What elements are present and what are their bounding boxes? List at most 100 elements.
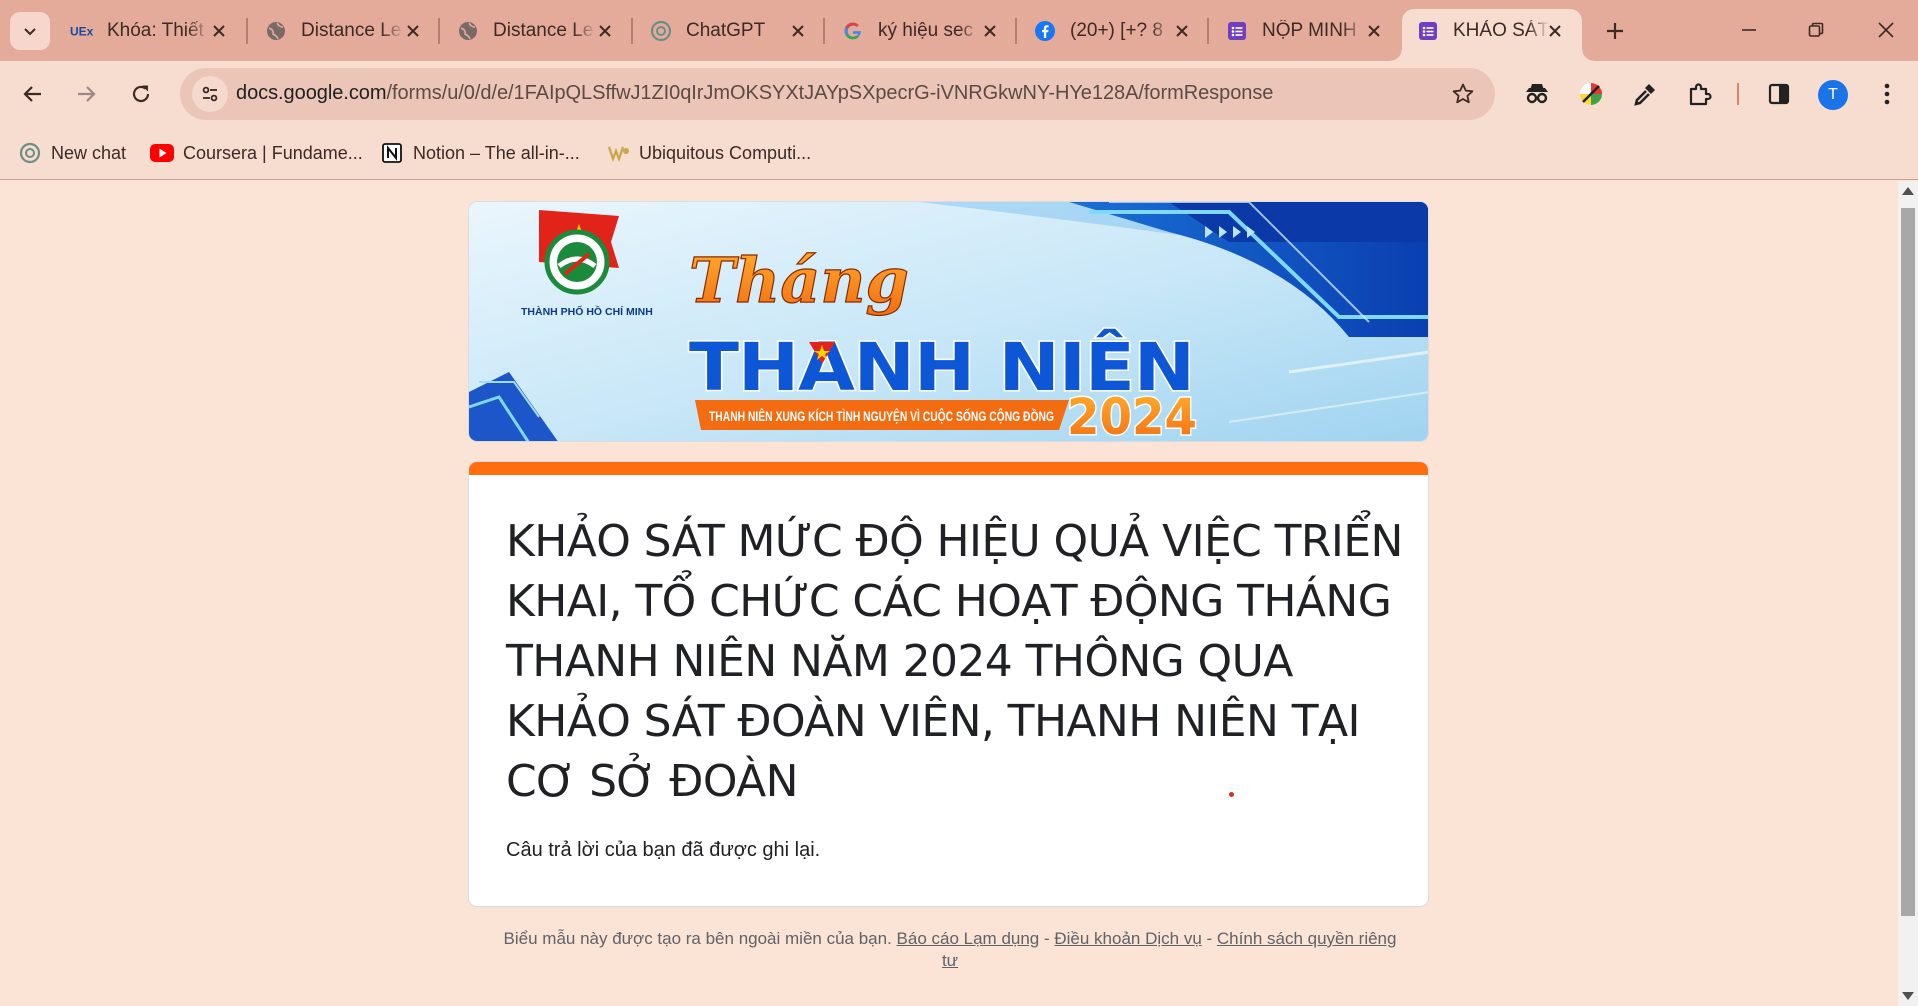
banner-headline-script: Tháng xyxy=(689,244,909,317)
tab-khoa[interactable]: UEx Khóa: Thiết xyxy=(56,10,246,52)
site-info-button[interactable] xyxy=(192,76,228,112)
ubiquitous-icon xyxy=(606,141,630,165)
tab-search-button[interactable] xyxy=(10,12,50,50)
bookmark-star-button[interactable] xyxy=(1449,80,1477,108)
svg-text:UEx: UEx xyxy=(70,25,94,39)
youtube-icon xyxy=(150,141,174,165)
bookmark-new-chat[interactable]: New chat xyxy=(18,140,126,166)
confirmation-message: Câu trả lời của bạn đã được ghi lại. xyxy=(506,839,821,861)
tab-distance-1[interactable]: Distance Le xyxy=(250,10,440,52)
menu-button[interactable] xyxy=(1870,77,1904,111)
reload-icon xyxy=(132,85,150,103)
tab-google-search[interactable]: ký hiệu sec xyxy=(827,10,1017,52)
bookmark-notion[interactable]: Notion – The all-in-... xyxy=(380,140,580,166)
footer-separator: - xyxy=(1039,929,1055,948)
extensions-button[interactable] xyxy=(1682,77,1716,111)
bookmark-label: Coursera | Fundame... xyxy=(183,142,363,163)
google-icon xyxy=(841,19,865,43)
banner-year: 2024 xyxy=(1067,388,1197,442)
tab-title: Distance Le xyxy=(493,20,594,41)
close-icon[interactable] xyxy=(785,18,811,44)
page-scrollbar[interactable] xyxy=(1898,181,1918,1006)
facebook-icon xyxy=(1033,19,1057,43)
bookmark-coursera[interactable]: Coursera | Fundame... xyxy=(150,140,363,166)
minimize-icon xyxy=(1742,29,1756,31)
notion-icon xyxy=(380,141,404,165)
chevron-down-icon xyxy=(24,28,36,36)
close-icon[interactable] xyxy=(1361,18,1387,44)
uex-icon: UEx xyxy=(70,19,94,43)
report-abuse-link[interactable]: Báo cáo Lạm dụng xyxy=(897,929,1040,948)
back-button[interactable] xyxy=(13,74,53,114)
form-title: KHẢO SÁT MỨC ĐỘ HIỆU QUẢ VIỆC TRIỂN KHAI… xyxy=(506,516,1403,807)
restore-icon xyxy=(1808,22,1824,37)
footer-text: Biểu mẫu này được tạo ra bên ngoài miền … xyxy=(503,929,892,948)
arrow-right-icon xyxy=(78,86,96,102)
url-host: docs.google.com xyxy=(236,82,387,104)
tab-title: ChatGPT xyxy=(686,20,766,41)
tune-icon xyxy=(202,86,218,102)
profile-avatar[interactable]: T xyxy=(1818,80,1848,110)
bookmark-ubiquitous[interactable]: Ubiquitous Computi... xyxy=(606,140,811,166)
tab-distance-2[interactable]: Distance Le xyxy=(442,10,632,52)
tab-title: Distance Le xyxy=(301,20,402,41)
close-window-button[interactable] xyxy=(1864,8,1908,52)
extension-spy-button[interactable] xyxy=(1520,77,1554,111)
tab-title: ký hiệu sec xyxy=(878,20,974,41)
side-panel-icon xyxy=(1768,83,1790,105)
star-icon xyxy=(1452,83,1474,104)
globe-icon xyxy=(264,19,288,43)
bookmark-label: New chat xyxy=(51,142,127,163)
close-icon[interactable] xyxy=(977,18,1003,44)
plus-icon xyxy=(1607,23,1623,39)
restore-button[interactable] xyxy=(1794,8,1838,52)
tab-facebook[interactable]: (20+) [+? 8 xyxy=(1019,10,1209,52)
forms-icon xyxy=(1225,19,1249,43)
new-tab-button[interactable] xyxy=(1598,14,1632,48)
spy-extension-icon xyxy=(1526,84,1548,104)
url-text[interactable]: docs.google.com/forms/u/0/d/e/1FAIpQLSff… xyxy=(236,82,1273,105)
tab-strip: UEx Khóa: Thiết Distance Le Distance Le … xyxy=(0,0,1918,61)
arrow-left-icon xyxy=(23,86,41,102)
banner-logo-text: THÀNH PHỐ HỒ CHÍ MINH xyxy=(521,304,653,318)
scroll-down-icon[interactable] xyxy=(1902,992,1914,1000)
minimize-button[interactable] xyxy=(1727,8,1771,52)
color-extension-icon xyxy=(1580,83,1602,105)
form-card: KHẢO SÁT MỨC ĐỘ HIỆU QUẢ VIỆC TRIỂN KHAI… xyxy=(468,461,1429,907)
close-icon[interactable] xyxy=(1542,18,1568,44)
close-icon[interactable] xyxy=(400,18,426,44)
globe-icon xyxy=(456,19,480,43)
side-panel-button[interactable] xyxy=(1762,77,1796,111)
tab-khao-sat-active[interactable]: KHẢO SÁT xyxy=(1390,9,1594,61)
more-vertical-icon xyxy=(1884,83,1890,105)
scroll-thumb[interactable] xyxy=(1901,208,1915,916)
close-icon[interactable] xyxy=(1169,18,1195,44)
banner-tagline: THANH NIÊN XUNG KÍCH TÌNH NGUYỆN VÌ CUỘC… xyxy=(709,407,1054,424)
footer-separator: - xyxy=(1201,929,1217,948)
bookmark-label: Ubiquitous Computi... xyxy=(639,142,812,163)
tab-title: NỘP MINH xyxy=(1262,20,1357,41)
url-path: /forms/u/0/d/e/1FAIpQLSffwJ1ZI0qIrJmOKSY… xyxy=(386,82,1274,104)
accent-bar xyxy=(469,462,1428,475)
red-dot xyxy=(1229,792,1234,797)
tab-title: (20+) [+? 8 xyxy=(1070,20,1163,41)
extension-color-button[interactable] xyxy=(1574,77,1608,111)
reload-button[interactable] xyxy=(121,74,161,114)
extension-eyedropper-button[interactable] xyxy=(1628,77,1662,111)
scroll-up-icon[interactable] xyxy=(1902,187,1914,195)
bookmarks-bar: New chat Coursera | Fundame... Notion – … xyxy=(0,128,1918,180)
tab-title: KHẢO SÁT xyxy=(1453,20,1549,41)
address-bar[interactable]: docs.google.com/forms/u/0/d/e/1FAIpQLSff… xyxy=(180,68,1495,120)
forms-icon xyxy=(1416,19,1440,43)
forward-button[interactable] xyxy=(66,74,106,114)
puzzle-icon xyxy=(1689,83,1712,106)
eyedropper-icon xyxy=(1634,84,1655,106)
tab-chatgpt[interactable]: ChatGPT xyxy=(635,10,825,52)
toolbar: docs.google.com/forms/u/0/d/e/1FAIpQLSff… xyxy=(0,61,1918,128)
close-icon[interactable] xyxy=(592,18,618,44)
close-icon[interactable] xyxy=(206,18,232,44)
terms-link[interactable]: Điều khoản Dịch vụ xyxy=(1054,929,1201,948)
tab-nop-minh[interactable]: NỘP MINH xyxy=(1211,10,1401,52)
header-banner: THÀNH PHỐ HỒ CHÍ MINH Tháng THANH NIÊN T… xyxy=(468,201,1429,442)
chatgpt-icon xyxy=(18,141,42,165)
